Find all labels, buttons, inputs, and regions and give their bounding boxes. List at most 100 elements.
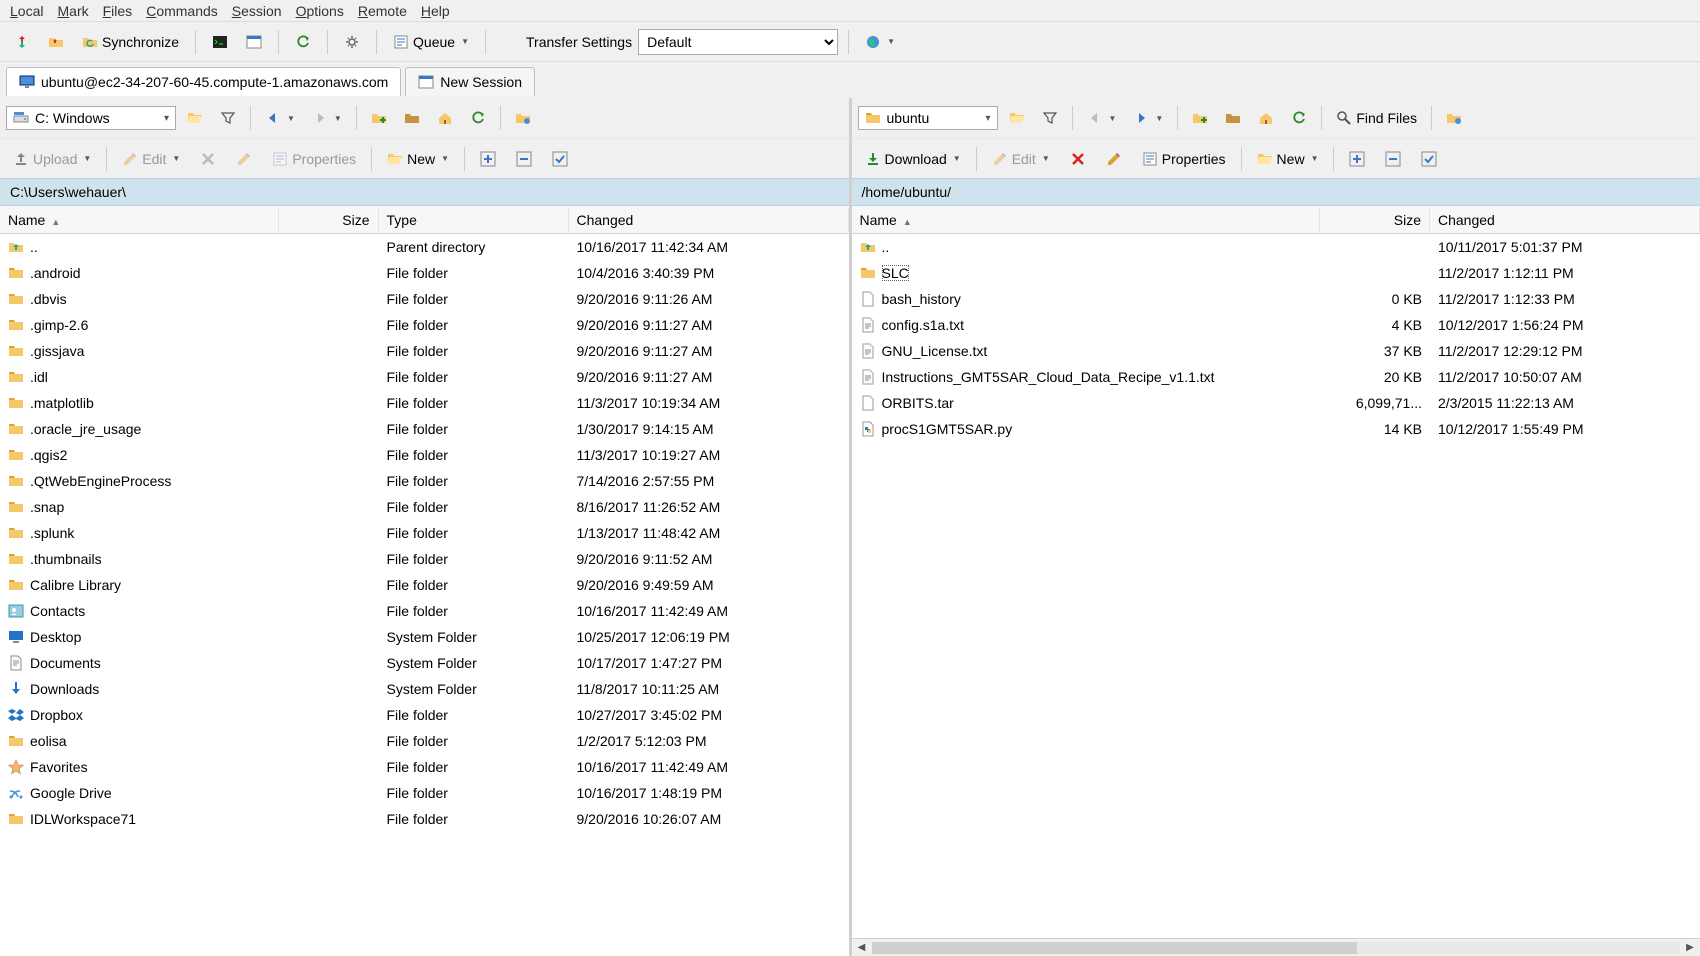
remote-col-size[interactable]: Size	[1320, 208, 1430, 232]
local-open-folder-icon[interactable]	[181, 106, 209, 130]
remote-file-list[interactable]: ..10/11/2017 5:01:37 PMSLC11/2/2017 1:12…	[852, 234, 1700, 938]
find-files-button[interactable]: Find Files	[1330, 106, 1423, 130]
local-back-icon[interactable]: ▼	[259, 106, 301, 130]
file-row[interactable]: ContactsFile folder10/16/2017 11:42:49 A…	[0, 598, 849, 624]
file-row[interactable]: ..10/11/2017 5:01:37 PM	[852, 234, 1700, 260]
local-minus-icon[interactable]	[509, 147, 539, 171]
remote-delete-icon[interactable]	[1063, 147, 1093, 171]
remote-refresh-icon[interactable]	[1285, 106, 1313, 130]
file-row[interactable]: procS1GMT5SAR.py14 KB10/12/2017 1:55:49 …	[852, 416, 1700, 442]
local-root-icon[interactable]	[398, 106, 426, 130]
local-col-type[interactable]: Type	[379, 208, 569, 232]
remote-filter-icon[interactable]	[1036, 106, 1064, 130]
remote-drive-select[interactable]: ubuntu	[858, 106, 998, 130]
file-row[interactable]: .dbvisFile folder9/20/2016 9:11:26 AM	[0, 286, 849, 312]
file-row[interactable]: ..Parent directory10/16/2017 11:42:34 AM	[0, 234, 849, 260]
file-row[interactable]: config.s1a.txt4 KB10/12/2017 1:56:24 PM	[852, 312, 1700, 338]
remote-check-icon[interactable]	[1414, 147, 1444, 171]
new-session-tab[interactable]: New Session	[405, 67, 535, 96]
local-plus-icon[interactable]	[473, 147, 503, 171]
file-row[interactable]: .thumbnailsFile folder9/20/2016 9:11:52 …	[0, 546, 849, 572]
local-rename-icon[interactable]	[229, 147, 259, 171]
file-row[interactable]: DropboxFile folder10/27/2017 3:45:02 PM	[0, 702, 849, 728]
local-refresh-icon[interactable]	[464, 106, 492, 130]
settings-icon[interactable]	[338, 30, 366, 54]
remote-forward-icon[interactable]: ▼	[1127, 106, 1169, 130]
file-row[interactable]: DesktopSystem Folder10/25/2017 12:06:19 …	[0, 624, 849, 650]
menu-local[interactable]: Local	[10, 3, 43, 19]
remote-edit-button[interactable]: Edit▼	[985, 147, 1057, 171]
remote-parent-icon[interactable]	[1186, 106, 1214, 130]
remote-home-icon[interactable]	[1252, 106, 1280, 130]
local-filter-icon[interactable]	[214, 106, 242, 130]
local-edit-button[interactable]: Edit▼	[115, 147, 187, 171]
local-col-name[interactable]: Name▲	[0, 208, 279, 232]
local-file-list[interactable]: ..Parent directory10/16/2017 11:42:34 AM…	[0, 234, 849, 956]
queue-button[interactable]: Queue▼	[387, 30, 475, 54]
local-col-changed[interactable]: Changed	[569, 208, 849, 232]
local-parent-icon[interactable]	[365, 106, 393, 130]
file-row[interactable]: .gimp-2.6File folder9/20/2016 9:11:27 AM	[0, 312, 849, 338]
file-row[interactable]: Instructions_GMT5SAR_Cloud_Data_Recipe_v…	[852, 364, 1700, 390]
upload-button[interactable]: Upload▼	[6, 147, 98, 171]
refresh-both-icon[interactable]	[289, 30, 317, 54]
menu-remote[interactable]: Remote	[358, 3, 407, 19]
local-properties-button[interactable]: Properties	[265, 147, 363, 171]
file-row[interactable]: .oracle_jre_usageFile folder1/30/2017 9:…	[0, 416, 849, 442]
file-row[interactable]: IDLWorkspace71File folder9/20/2016 10:26…	[0, 806, 849, 832]
file-row[interactable]: ORBITS.tar6,099,71...2/3/2015 11:22:13 A…	[852, 390, 1700, 416]
remote-properties-button[interactable]: Properties	[1135, 147, 1233, 171]
download-button[interactable]: Download▼	[858, 147, 968, 171]
file-row[interactable]: .snapFile folder8/16/2017 11:26:52 AM	[0, 494, 849, 520]
remote-rename-icon[interactable]	[1099, 147, 1129, 171]
remote-hscroll[interactable]: ◀▶	[852, 938, 1700, 956]
local-new-button[interactable]: New▼	[380, 147, 456, 171]
local-check-icon[interactable]	[545, 147, 575, 171]
file-row[interactable]: FavoritesFile folder10/16/2017 11:42:49 …	[0, 754, 849, 780]
local-forward-icon[interactable]: ▼	[306, 106, 348, 130]
file-row[interactable]: SLC11/2/2017 1:12:11 PM	[852, 260, 1700, 286]
session-tab-active[interactable]: ubuntu@ec2-34-207-60-45.compute-1.amazon…	[6, 67, 401, 96]
remote-back-icon[interactable]: ▼	[1081, 106, 1123, 130]
remote-new-button[interactable]: New▼	[1250, 147, 1326, 171]
file-row[interactable]: .idlFile folder9/20/2016 9:11:27 AM	[0, 364, 849, 390]
menu-commands[interactable]: Commands	[146, 3, 218, 19]
transfer-settings-select[interactable]: Default	[638, 29, 838, 55]
file-row[interactable]: GNU_License.txt37 KB11/2/2017 12:29:12 P…	[852, 338, 1700, 364]
sync-browse-icon[interactable]	[42, 30, 70, 54]
terminal-icon[interactable]	[206, 30, 234, 54]
synchronize-button[interactable]: Synchronize	[76, 30, 185, 54]
file-row[interactable]: DocumentsSystem Folder10/17/2017 1:47:27…	[0, 650, 849, 676]
local-drive-select[interactable]: C: Windows	[6, 106, 176, 130]
local-delete-icon[interactable]	[193, 147, 223, 171]
putty-icon[interactable]	[240, 30, 268, 54]
local-col-size[interactable]: Size	[279, 208, 379, 232]
menu-help[interactable]: Help	[421, 3, 450, 19]
remote-col-name[interactable]: Name▲	[852, 208, 1321, 232]
file-row[interactable]: Calibre LibraryFile folder9/20/2016 9:49…	[0, 572, 849, 598]
file-row[interactable]: bash_history0 KB11/2/2017 1:12:33 PM	[852, 286, 1700, 312]
menu-options[interactable]: Options	[296, 3, 344, 19]
menu-session[interactable]: Session	[232, 3, 282, 19]
globe-icon[interactable]: ▼	[859, 30, 901, 54]
file-row[interactable]: .splunkFile folder1/13/2017 11:48:42 AM	[0, 520, 849, 546]
menu-mark[interactable]: Mark	[57, 3, 88, 19]
file-row[interactable]: .qgis2File folder11/3/2017 10:19:27 AM	[0, 442, 849, 468]
menu-files[interactable]: Files	[103, 3, 133, 19]
local-bookmark-icon[interactable]	[509, 106, 537, 130]
file-row[interactable]: .androidFile folder10/4/2016 3:40:39 PM	[0, 260, 849, 286]
file-row[interactable]: Google DriveFile folder10/16/2017 1:48:1…	[0, 780, 849, 806]
remote-minus-icon[interactable]	[1378, 147, 1408, 171]
local-home-icon[interactable]	[431, 106, 459, 130]
remote-bookmark-icon[interactable]	[1440, 106, 1468, 130]
remote-root-icon[interactable]	[1219, 106, 1247, 130]
file-row[interactable]: eolisaFile folder1/2/2017 5:12:03 PM	[0, 728, 849, 754]
file-row[interactable]: .matplotlibFile folder11/3/2017 10:19:34…	[0, 390, 849, 416]
file-row[interactable]: .gissjavaFile folder9/20/2016 9:11:27 AM	[0, 338, 849, 364]
compare-icon[interactable]	[8, 30, 36, 54]
file-row[interactable]: .QtWebEngineProcessFile folder7/14/2016 …	[0, 468, 849, 494]
file-row[interactable]: DownloadsSystem Folder11/8/2017 10:11:25…	[0, 676, 849, 702]
remote-open-folder-icon[interactable]	[1003, 106, 1031, 130]
remote-col-changed[interactable]: Changed	[1430, 208, 1700, 232]
remote-plus-icon[interactable]	[1342, 147, 1372, 171]
